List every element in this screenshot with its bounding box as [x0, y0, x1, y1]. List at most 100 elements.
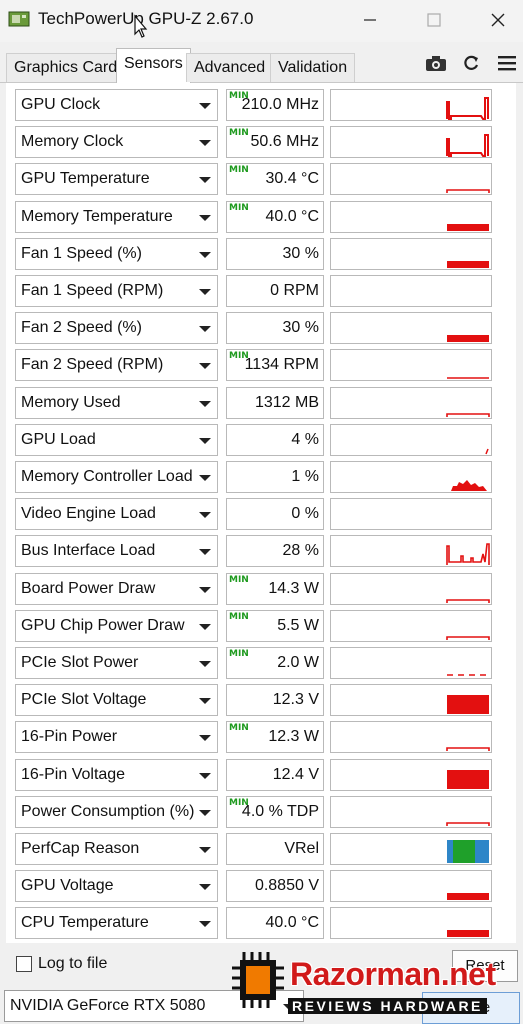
sensor-graph — [330, 461, 492, 493]
graph-area — [447, 769, 489, 789]
sensor-name-dropdown[interactable]: Memory Temperature — [15, 200, 218, 233]
sensor-name-dropdown[interactable]: GPU Voltage — [15, 870, 218, 903]
sensor-name-dropdown[interactable]: Power Consumption (%) — [15, 795, 218, 828]
maximize-button[interactable] — [414, 6, 454, 34]
sensor-name: GPU Chip Power Draw — [21, 616, 185, 634]
sensor-graph-chart — [446, 97, 489, 120]
sensor-name-dropdown[interactable]: PCIe Slot Voltage — [15, 684, 218, 717]
sensor-graph-chart — [447, 335, 489, 343]
sensor-value: 30.4 °C — [265, 170, 319, 188]
sensor-graph-chart — [447, 223, 489, 231]
sensor-name-dropdown[interactable]: Memory Clock — [15, 126, 218, 159]
sensor-name-dropdown[interactable]: Bus Interface Load — [15, 535, 218, 568]
sensor-graph-chart — [447, 377, 489, 380]
watermark-brand: Razorman.net — [290, 956, 496, 992]
refresh-icon[interactable] — [460, 52, 482, 74]
sensor-name-dropdown[interactable]: PCIe Slot Power — [15, 647, 218, 679]
sensor-name: Memory Used — [21, 393, 121, 411]
sensor-name-dropdown[interactable]: Fan 2 Speed (RPM) — [15, 349, 218, 382]
sensor-name-dropdown[interactable]: Fan 1 Speed (RPM) — [15, 275, 218, 307]
sensor-name: Memory Clock — [21, 133, 124, 151]
chevron-down-icon — [199, 251, 211, 258]
sensor-graph — [330, 795, 492, 828]
sensor-value-box: MIN 4.0 % TDP — [226, 795, 324, 828]
sensor-graph — [330, 833, 492, 865]
log-to-file-checkbox[interactable] — [16, 956, 32, 972]
chevron-down-icon — [199, 847, 211, 853]
close-window-button[interactable] — [478, 6, 518, 34]
sensor-graph-chart — [331, 499, 491, 529]
sensor-graph — [330, 349, 492, 382]
minimize-button[interactable] — [350, 6, 390, 34]
sensor-value: 4.0 % TDP — [241, 802, 319, 820]
sensor-graph-chart — [446, 189, 490, 194]
min-indicator: MIN — [229, 202, 249, 213]
sensor-name-dropdown[interactable]: Memory Controller Load — [15, 461, 218, 493]
graph-area — [447, 260, 489, 268]
sensor-graph — [330, 758, 492, 791]
sensor-name-dropdown[interactable]: 16-Pin Power — [15, 721, 218, 754]
tab-sensors[interactable]: Sensors — [116, 48, 191, 83]
sensor-name-dropdown[interactable]: GPU Chip Power Draw — [15, 609, 218, 642]
tab-graphics-card[interactable]: Graphics Card — [6, 53, 126, 82]
sensor-value: 30 % — [282, 244, 319, 262]
sensor-name-dropdown[interactable]: Fan 2 Speed (%) — [15, 312, 218, 345]
sensor-value: 28 % — [282, 542, 319, 560]
chevron-down-icon — [199, 363, 211, 370]
sensor-value-box: 4 % — [226, 423, 324, 456]
min-indicator: MIN — [229, 723, 249, 734]
chevron-down-icon — [199, 623, 211, 630]
min-indicator: MIN — [229, 574, 249, 585]
sensor-name: Fan 1 Speed (RPM) — [21, 282, 164, 299]
chevron-down-icon — [199, 512, 211, 519]
sensor-row: Fan 1 Speed (RPM) 0 RPM — [6, 275, 516, 309]
maximize-icon — [427, 13, 441, 27]
sensor-name-dropdown[interactable]: GPU Temperature — [15, 163, 218, 196]
sensor-value: 30 % — [282, 319, 319, 337]
sensor-value: VRel — [284, 840, 319, 857]
chevron-down-icon — [199, 214, 211, 221]
sensor-graph — [330, 312, 492, 345]
sensor-row: PCIe Slot Voltage 12.3 V — [6, 684, 516, 718]
sensor-row: Board Power Draw MIN 14.3 W — [6, 572, 516, 607]
sensor-value: 0.8850 V — [254, 877, 319, 895]
sensor-graph-chart — [446, 543, 490, 566]
graph-area — [447, 893, 489, 901]
sensor-name-dropdown[interactable]: Video Engine Load — [15, 498, 218, 531]
sensor-name: Fan 1 Speed (%) — [21, 244, 142, 262]
sensor-name-dropdown[interactable]: Board Power Draw — [15, 572, 218, 605]
sensor-value-box: MIN 210.0 MHz — [226, 89, 324, 121]
sensor-value: 14.3 W — [268, 579, 319, 597]
sensor-value: 210.0 MHz — [241, 96, 319, 113]
chevron-down-icon — [199, 735, 211, 742]
graph-line — [446, 598, 490, 603]
screenshot-camera-icon[interactable] — [425, 52, 447, 74]
tab-validation[interactable]: Validation — [270, 53, 356, 82]
sensor-graph-chart — [447, 840, 489, 863]
tab-advanced[interactable]: Advanced — [186, 53, 274, 82]
sensor-row: GPU Temperature MIN 30.4 °C — [6, 163, 516, 197]
graph-area — [447, 335, 489, 343]
sensor-name-dropdown[interactable]: GPU Clock — [15, 89, 218, 121]
sensor-value: 0 RPM — [270, 282, 319, 299]
sensor-name-dropdown[interactable]: 16-Pin Voltage — [15, 758, 218, 791]
sensor-value: 1312 MB — [254, 393, 319, 411]
sensor-name-dropdown[interactable]: GPU Load — [15, 423, 218, 456]
sensor-value-box: MIN 40.0 °C — [226, 200, 324, 233]
sensor-name-dropdown[interactable]: Memory Used — [15, 386, 218, 419]
sensor-value: 40.0 °C — [265, 207, 319, 225]
sensor-value-box: 12.3 V — [226, 684, 324, 717]
sensor-name-dropdown[interactable]: PerfCap Reason — [15, 833, 218, 865]
razorman-watermark: Razorman.net REVIEWS HARDWARE — [228, 946, 523, 1024]
sensor-name-dropdown[interactable]: Fan 1 Speed (%) — [15, 237, 218, 270]
menu-icon[interactable] — [496, 52, 518, 74]
sensor-row: Power Consumption (%) MIN 4.0 % TDP — [6, 795, 516, 830]
sensor-value: 0 % — [291, 505, 319, 523]
sensor-graph — [330, 423, 492, 456]
sensor-name-dropdown[interactable]: CPU Temperature — [15, 907, 218, 940]
sensor-graph-chart — [447, 695, 489, 715]
sensor-graph — [330, 684, 492, 717]
chevron-down-icon — [199, 698, 211, 705]
graph-segment — [447, 840, 453, 863]
sensor-row: Fan 2 Speed (%) 30 % — [6, 312, 516, 346]
